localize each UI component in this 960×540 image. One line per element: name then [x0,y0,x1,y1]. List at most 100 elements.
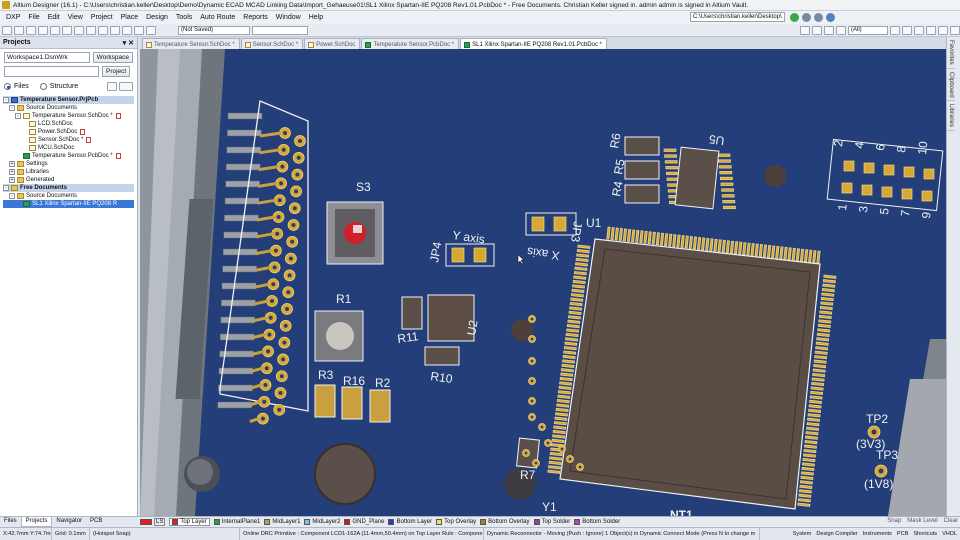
new-icon[interactable] [2,25,12,35]
layer-tab-bottom-solder[interactable]: Bottom Solder [574,518,620,526]
zoom-out-icon[interactable] [62,25,72,35]
tree-item[interactable]: LCD.SchDoc [3,120,134,128]
saved-state-combo[interactable]: (Not Saved) [178,25,250,35]
tree-item[interactable]: MCU.SchDoc [3,144,134,152]
cut-icon[interactable] [74,25,84,35]
menu-help[interactable]: Help [305,14,327,21]
panel-options-icon[interactable] [119,82,133,91]
side-tab-libraries[interactable]: Libraries [947,101,955,132]
open-icon[interactable] [14,25,24,35]
tree-item[interactable]: Temperature Sensor.PcbDoc * [3,152,134,160]
layer-tool-clear[interactable]: Clear [944,518,958,524]
structure-radio[interactable] [39,83,47,90]
menu-tools[interactable]: Tools [172,14,196,21]
menu-design[interactable]: Design [142,14,172,21]
empty-combo[interactable] [252,25,308,35]
side-tab-clipboard[interactable]: Clipboard [947,69,955,102]
pcb-canvas[interactable]: S3 R1 R3 R16 R2 R11 U2 R10 JP4 Y axis X … [140,49,946,516]
select-icon[interactable] [110,25,120,35]
route-icon[interactable] [800,25,810,35]
expand-icon[interactable]: + [9,161,15,167]
expand-icon[interactable]: + [9,169,15,175]
pcb-board-svg[interactable]: S3 R1 R3 R16 R2 R11 U2 R10 JP4 Y axis X … [140,49,946,516]
tree-item[interactable]: SL1 Xilinx Spartan-IIE PQ208 R [3,200,134,208]
menu-auto-route[interactable]: Auto Route [196,14,239,21]
document-tab[interactable]: Sensor.SchDoc * [240,38,304,49]
document-tab[interactable]: Temperature Sensor.SchDoc * [142,38,240,49]
collapse-icon[interactable]: - [3,185,9,191]
system-tab-design-compiler[interactable]: Design Compiler [816,531,857,537]
move-icon[interactable] [122,25,132,35]
panel-controls-icon[interactable]: ▾ ✕ [123,39,134,47]
3d-view-icon[interactable] [938,25,948,35]
system-tab-vhdl[interactable]: VHDL [942,531,957,537]
home-icon[interactable] [826,13,835,22]
layer-tab-gnd_plane[interactable]: GND_Plane [344,518,384,526]
place-string-icon[interactable] [890,25,900,35]
layer-tool-mask-level[interactable]: Mask Level [907,518,937,524]
layer-tab-midlayer2[interactable]: MidLayer2 [304,518,340,526]
menu-place[interactable]: Place [117,14,143,21]
place-component-icon[interactable] [914,25,924,35]
copy-icon[interactable] [86,25,96,35]
panel-tab-navigator[interactable]: Navigator [52,517,86,527]
workspace-button[interactable]: Workspace [92,52,133,63]
place-polygon-icon[interactable] [926,25,936,35]
tree-item[interactable]: - Source Documents [3,192,134,200]
tree-item[interactable]: Power.SchDoc [3,128,134,136]
system-tab-shortcuts[interactable]: Shortcuts [913,531,937,537]
go-icon[interactable] [790,13,799,22]
system-tab-pcb[interactable]: PCB [897,531,909,537]
tree-item[interactable]: - Temperature Sensor.SchDoc * [3,112,134,120]
document-tab[interactable]: Power.SchDoc [304,38,361,49]
menu-reports[interactable]: Reports [239,14,272,21]
paste-icon[interactable] [98,25,108,35]
print-icon[interactable] [38,25,48,35]
collapse-icon[interactable]: - [9,193,15,199]
via-icon[interactable] [812,25,822,35]
save-icon[interactable] [26,25,36,35]
back-icon[interactable] [802,13,811,22]
panel-tab-pcb[interactable]: PCB [86,517,106,527]
collapse-icon[interactable]: - [15,113,21,119]
collapse-icon[interactable]: - [9,105,15,111]
menu-view[interactable]: View [64,14,87,21]
forward-icon[interactable] [814,13,823,22]
redo-icon[interactable] [146,25,156,35]
tree-item[interactable]: + Libraries [3,168,134,176]
layer-tool-snap[interactable]: Snap [887,518,901,524]
files-radio[interactable] [4,83,11,90]
place-dimension-icon[interactable] [902,25,912,35]
project-button[interactable]: Project [102,66,131,77]
layer-tab-top-layer[interactable]: Top Layer [169,518,210,526]
tree-item[interactable]: - Source Documents [3,104,134,112]
layer-tab-top-overlay[interactable]: Top Overlay [436,518,476,526]
document-tab[interactable]: Temperature Sensor.PcbDoc * [361,38,460,49]
pad-icon[interactable] [824,25,834,35]
collapse-icon[interactable]: - [3,97,9,103]
panel-tab-projects[interactable]: Projects [20,517,53,527]
project-search-input[interactable] [4,66,99,77]
zoom-in-icon[interactable] [50,25,60,35]
system-tab-system[interactable]: System [793,531,812,537]
tree-item[interactable]: + Generated [3,176,134,184]
menu-file[interactable]: File [24,14,43,21]
layer-tab-midlayer1[interactable]: MidLayer1 [264,518,300,526]
layers-icon[interactable] [950,25,960,35]
workspace-combo[interactable]: Workspace1.DsnWrk [4,52,90,63]
menu-dxp[interactable]: DXP [2,14,24,21]
tree-item[interactable]: - Temperature Sensor.PrjPcb [3,96,134,104]
layer-set-selector[interactable]: LS [140,518,166,526]
refresh-icon[interactable] [107,82,117,91]
tree-item[interactable]: Sensor.SchDoc * [3,136,134,144]
tree-item[interactable]: - Free Documents [3,184,134,192]
menu-window[interactable]: Window [272,14,305,21]
system-tab-instruments[interactable]: Instruments [863,531,892,537]
path-combo[interactable]: C:\Users\christian.keller\Desktop\ [690,12,785,22]
document-tab[interactable]: SL1 Xilinx Spartan-IIE PQ208 Rev1.01.Pcb… [460,38,607,49]
menu-edit[interactable]: Edit [44,14,64,21]
expand-icon[interactable]: + [9,177,15,183]
layer-tab-top-solder[interactable]: Top Solder [533,518,570,526]
fill-icon[interactable] [836,25,846,35]
undo-icon[interactable] [134,25,144,35]
